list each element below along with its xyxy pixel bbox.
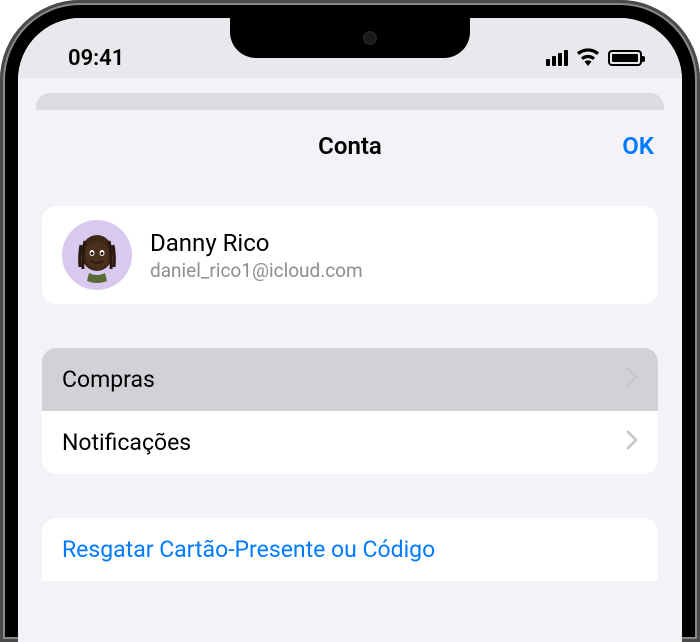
menu-list-group: Compras Notificações — [42, 348, 658, 474]
content-area: Danny Rico daniel_rico1@icloud.com Compr… — [18, 206, 682, 581]
done-button[interactable]: OK — [622, 132, 654, 160]
notifications-menu-item[interactable]: Notificações — [42, 411, 658, 474]
purchases-label: Compras — [62, 366, 155, 393]
phone-frame: 09:41 — [0, 0, 700, 642]
redeem-gift-card-link[interactable]: Resgatar Cartão-Presente ou Código — [42, 518, 658, 581]
profile-info: Danny Rico daniel_rico1@icloud.com — [150, 229, 363, 282]
modal-title: Conta — [318, 132, 382, 160]
avatar — [62, 220, 132, 290]
chevron-right-icon — [626, 429, 638, 456]
status-time: 09:41 — [68, 46, 124, 71]
wifi-icon — [576, 46, 600, 70]
chevron-right-icon — [626, 366, 638, 393]
notifications-label: Notificações — [62, 429, 191, 456]
cellular-signal-icon — [546, 50, 568, 66]
front-camera — [363, 31, 377, 45]
actions-list-group: Resgatar Cartão-Presente ou Código — [42, 518, 658, 581]
battery-icon — [608, 50, 642, 66]
screen: 09:41 — [18, 18, 682, 642]
purchases-menu-item[interactable]: Compras — [42, 348, 658, 411]
profile-name: Danny Rico — [150, 229, 363, 257]
account-modal-sheet: Conta OK — [18, 110, 682, 642]
modal-header: Conta OK — [18, 110, 682, 182]
status-icons — [546, 46, 642, 70]
profile-card[interactable]: Danny Rico daniel_rico1@icloud.com — [42, 206, 658, 304]
profile-email: daniel_rico1@icloud.com — [150, 259, 363, 282]
notch — [230, 18, 470, 58]
